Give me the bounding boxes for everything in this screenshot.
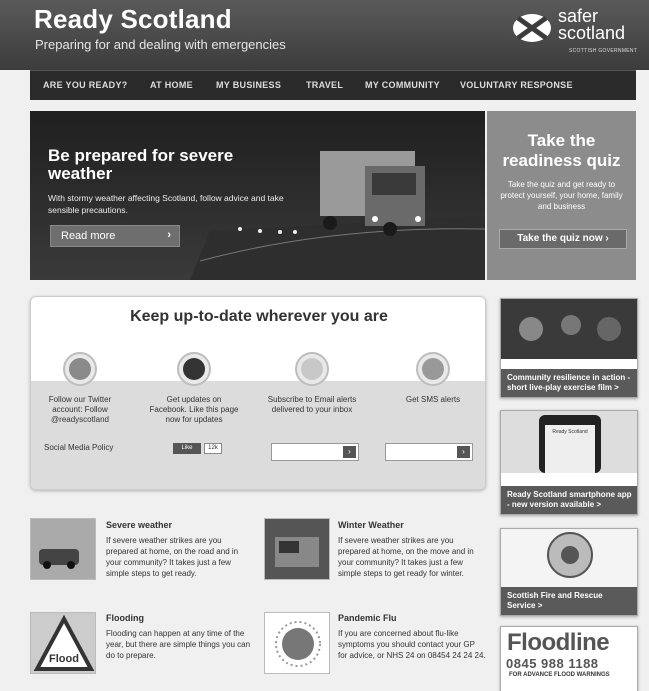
saltire-icon bbox=[513, 14, 551, 42]
nav-travel[interactable]: TRAVEL bbox=[306, 80, 343, 90]
flooding-thumb[interactable]: Flood bbox=[30, 612, 96, 674]
fire-rescue-card[interactable]: Scottish Fire and Rescue Service > bbox=[500, 528, 638, 616]
card-caption: Ready Scotland smartphone app - new vers… bbox=[501, 486, 637, 514]
exercise-film-photo bbox=[501, 299, 637, 359]
nav-my-community[interactable]: MY COMMUNITY bbox=[365, 80, 440, 90]
twitter-icon[interactable] bbox=[63, 352, 97, 386]
logo-line-2: scotland bbox=[558, 23, 626, 43]
article-title[interactable]: Pandemic Flu bbox=[338, 613, 397, 623]
facebook-text: Get updates on Facebook. Like this page … bbox=[149, 395, 239, 424]
smartphone-photo: Ready Scotland bbox=[501, 411, 637, 473]
site-header: Ready Scotland Preparing for and dealing… bbox=[0, 0, 649, 70]
email-input[interactable]: › bbox=[271, 443, 359, 461]
facebook-icon[interactable] bbox=[177, 352, 211, 386]
sms-text: Get SMS alerts bbox=[405, 395, 461, 404]
email-text: Subscribe to Email alerts delivered to y… bbox=[267, 395, 357, 414]
nav-my-business[interactable]: MY BUSINESS bbox=[216, 80, 281, 90]
chevron-right-icon: › bbox=[605, 233, 609, 244]
email-submit-button[interactable]: › bbox=[343, 446, 356, 458]
article-text: If you are concerned about flu-like symp… bbox=[338, 629, 486, 660]
read-more-label: Read more bbox=[61, 230, 116, 242]
like-count: 12k bbox=[204, 443, 222, 454]
twitter-text: Follow our Twitter account: Follow @read… bbox=[48, 395, 112, 424]
quiz-panel: Take the readiness quiz Take the quiz an… bbox=[487, 111, 636, 280]
site-tagline: Preparing for and dealing with emergenci… bbox=[35, 37, 286, 52]
site-title[interactable]: Ready Scotland bbox=[34, 4, 232, 35]
article-text: Flooding can happen at any time of the y… bbox=[106, 629, 251, 660]
floodline-title: Floodline bbox=[507, 629, 610, 656]
quiz-text: Take the quiz and get ready to protect y… bbox=[500, 180, 623, 211]
sms-input[interactable]: › bbox=[385, 443, 473, 461]
smartphone-app-card[interactable]: Ready Scotland Ready Scotland smartphone… bbox=[500, 410, 638, 515]
nav-are-you-ready[interactable]: ARE YOU READY? bbox=[43, 80, 128, 90]
quiz-title: Take the readiness quiz bbox=[502, 131, 621, 170]
pandemic-flu-thumb[interactable] bbox=[264, 612, 330, 674]
take-quiz-label: Take the quiz now bbox=[517, 233, 603, 244]
social-panel: Keep up-to-date wherever you are Follow … bbox=[30, 296, 486, 490]
article-title[interactable]: Severe weather bbox=[106, 520, 172, 530]
floodline-subtitle: FOR ADVANCE FLOOD WARNINGS bbox=[509, 672, 610, 678]
like-button[interactable]: Like bbox=[173, 443, 201, 454]
flood-sign-text: Flood bbox=[49, 653, 79, 665]
fire-rescue-crest bbox=[501, 529, 637, 587]
article-title[interactable]: Flooding bbox=[106, 613, 144, 623]
main-nav: ARE YOU READY? AT HOME MY BUSINESS TRAVE… bbox=[30, 70, 636, 100]
nav-at-home[interactable]: AT HOME bbox=[150, 80, 193, 90]
article-text: If severe weather strikes are you prepar… bbox=[106, 536, 239, 578]
article-title[interactable]: Winter Weather bbox=[338, 520, 404, 530]
card-caption: Community resilience in action - short l… bbox=[501, 369, 637, 397]
floodline-number: 0845 988 1188 bbox=[506, 656, 599, 671]
facebook-like-widget[interactable]: Like 12k bbox=[173, 443, 225, 455]
phone-screen-title: Ready Scotland bbox=[552, 429, 588, 435]
community-resilience-card[interactable]: Community resilience in action - short l… bbox=[500, 298, 638, 398]
take-quiz-button[interactable]: Take the quiz now › bbox=[499, 229, 627, 249]
hero-banner: Be prepared for severe weather With stor… bbox=[30, 111, 485, 280]
winter-weather-thumb[interactable] bbox=[264, 518, 330, 580]
social-heading: Keep up-to-date wherever you are bbox=[130, 308, 388, 325]
chevron-right-icon: › bbox=[167, 229, 171, 241]
sms-icon[interactable] bbox=[416, 352, 450, 386]
banner-title: Be prepared for severe weather bbox=[48, 146, 234, 183]
card-caption: Scottish Fire and Rescue Service > bbox=[501, 587, 637, 615]
article-text: If severe weather strikes are you prepar… bbox=[338, 536, 474, 578]
email-icon[interactable] bbox=[295, 352, 329, 386]
nav-voluntary-response[interactable]: VOLUNTARY RESPONSE bbox=[460, 80, 573, 90]
sms-submit-button[interactable]: › bbox=[457, 446, 470, 458]
safer-scotland-logo[interactable]: safer scotland bbox=[558, 7, 626, 43]
social-media-policy-link[interactable]: Social Media Policy bbox=[44, 443, 113, 452]
floodline-card[interactable]: Floodline 0845 988 1188 FOR ADVANCE FLOO… bbox=[500, 626, 638, 691]
read-more-button[interactable]: Read more › bbox=[50, 225, 180, 247]
logo-subtitle: SCOTTISH GOVERNMENT bbox=[569, 48, 638, 54]
banner-text: With stormy weather affecting Scotland, … bbox=[48, 193, 284, 215]
severe-weather-thumb[interactable] bbox=[30, 518, 96, 580]
